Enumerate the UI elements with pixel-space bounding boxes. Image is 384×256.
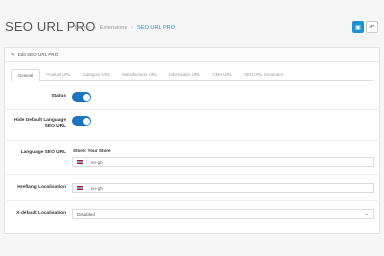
tab-category-url[interactable]: Category URL bbox=[77, 69, 116, 81]
divider bbox=[6, 200, 378, 201]
back-button[interactable]: ↶ bbox=[366, 21, 378, 33]
tab-seo-url-generator[interactable]: SEO URL Generator bbox=[238, 69, 289, 81]
tab-information-url[interactable]: Information URL bbox=[163, 69, 206, 81]
hide-default-language-label: Hide Default Language SEO URL bbox=[14, 118, 66, 129]
chevron-down-icon: ⌄ bbox=[364, 211, 369, 217]
tab-manufacturer-url[interactable]: Manufacturer URL bbox=[116, 69, 163, 81]
status-label: Status bbox=[51, 94, 66, 99]
pencil-icon: ✎ bbox=[11, 51, 15, 57]
hreflang-value: en-gb bbox=[91, 185, 103, 191]
panel-heading-text: Edit SEO URL PRO bbox=[17, 52, 59, 57]
tab-cms-url[interactable]: CMS URL bbox=[207, 69, 238, 81]
uk-flag-icon bbox=[73, 184, 87, 192]
breadcrumb-separator: › bbox=[131, 25, 134, 31]
x-default-label: X-default Localisation bbox=[16, 211, 66, 216]
language-seo-url-field[interactable]: en-gb bbox=[72, 157, 374, 167]
breadcrumb-current[interactable]: SEO URL PRO bbox=[137, 25, 175, 31]
tab-bar: General Product URL Category URL Manufac… bbox=[11, 69, 373, 82]
breadcrumb: Home › Extensions › SEO URL PRO bbox=[75, 25, 175, 31]
tab-product-url[interactable]: Product URL bbox=[40, 69, 77, 81]
breadcrumb-separator: › bbox=[93, 25, 96, 31]
status-toggle[interactable] bbox=[72, 92, 91, 102]
language-seo-url-value: en-gb bbox=[91, 159, 103, 165]
hide-default-language-toggle[interactable] bbox=[72, 116, 91, 126]
x-default-value: Disabled bbox=[77, 211, 95, 217]
tab-general[interactable]: General bbox=[11, 69, 41, 82]
divider bbox=[6, 174, 378, 175]
store-label: Store: Your Store bbox=[73, 148, 111, 153]
breadcrumb-extensions[interactable]: Extensions bbox=[100, 25, 127, 31]
save-button[interactable]: ▣ bbox=[352, 21, 364, 33]
divider bbox=[6, 109, 378, 110]
language-seo-url-label: Language SEO URL bbox=[20, 150, 66, 155]
save-icon: ▣ bbox=[355, 24, 361, 31]
page-header: SEO URL PRO Home › Extensions › SEO URL … bbox=[0, 0, 384, 44]
hreflang-label: Hreflang Localisation bbox=[17, 185, 66, 190]
hreflang-field[interactable]: en-gb bbox=[72, 183, 374, 193]
divider bbox=[6, 140, 378, 141]
x-default-select[interactable]: Disabled ⌄ bbox=[72, 209, 374, 219]
uk-flag-icon bbox=[73, 158, 87, 166]
panel-heading: ✎ Edit SEO URL PRO bbox=[5, 48, 379, 62]
breadcrumb-home[interactable]: Home bbox=[75, 25, 90, 31]
back-icon: ↶ bbox=[369, 24, 375, 31]
